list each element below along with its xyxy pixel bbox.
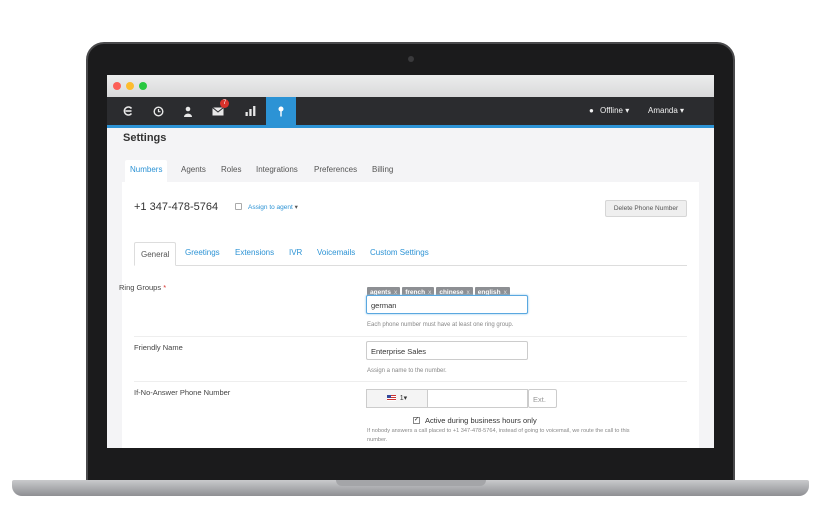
app-window: 7 ● Offline ▾ Amanda ▾ Settings Numbers … <box>107 75 714 448</box>
tab-roles[interactable]: Roles <box>221 165 241 174</box>
extension-input[interactable]: Ext. <box>528 389 557 408</box>
logo-icon[interactable] <box>113 97 143 125</box>
no-answer-help-line1: If nobody answers a call placed to +1 34… <box>367 428 630 434</box>
friendly-name-help: Assign a name to the number. <box>367 368 447 374</box>
tab-agents[interactable]: Agents <box>181 165 206 174</box>
window-titlebar <box>107 75 714 97</box>
business-hours-checkbox[interactable]: ✓ <box>413 417 420 424</box>
user-menu[interactable]: Amanda ▾ <box>648 106 684 115</box>
zoom-window-button[interactable] <box>139 82 147 90</box>
assign-checkbox[interactable] <box>235 203 242 210</box>
chevron-down-icon: ▾ <box>680 106 685 115</box>
ring-group-input[interactable]: german <box>366 295 528 314</box>
settings-tabs: Numbers Agents Roles Integrations Prefer… <box>122 160 699 182</box>
nav-accent-bar <box>107 125 714 128</box>
tab-numbers[interactable]: Numbers <box>125 160 168 182</box>
friendly-name-input[interactable]: Enterprise Sales <box>366 341 528 360</box>
user-icon[interactable] <box>173 97 203 125</box>
number-subtabs: General Greetings Extensions IVR Voicema… <box>134 242 687 266</box>
ring-group-tags: agents x french x chinese x english x <box>367 281 512 298</box>
ring-group-help: Each phone number must have at least one… <box>367 322 514 328</box>
subtab-extensions[interactable]: Extensions <box>235 248 274 257</box>
stats-icon[interactable] <box>235 97 265 125</box>
assign-agent-label: Assign to agent <box>248 204 293 211</box>
tab-integrations[interactable]: Integrations <box>256 165 298 174</box>
caret-down-icon: ▾ <box>294 204 298 211</box>
status-label: Offline <box>600 106 623 115</box>
subtab-custom-settings[interactable]: Custom Settings <box>370 248 429 257</box>
row-divider <box>134 381 687 382</box>
phone-number-heading: +1 347-478-5764 <box>134 201 219 213</box>
ring-groups-label-text: Ring Groups <box>119 283 162 292</box>
subtab-voicemails[interactable]: Voicemails <box>317 248 355 257</box>
close-window-button[interactable] <box>113 82 121 90</box>
minimize-window-button[interactable] <box>126 82 134 90</box>
no-answer-phone-input[interactable] <box>428 389 528 408</box>
country-code-dropdown[interactable]: 1▾ <box>366 389 428 408</box>
us-flag-icon <box>386 395 396 402</box>
subtab-ivr[interactable]: IVR <box>289 248 302 257</box>
no-answer-help-line2: number. <box>367 437 388 443</box>
user-name: Amanda <box>648 106 678 115</box>
friendly-name-label: Friendly Name <box>134 343 183 352</box>
numbers-panel: +1 347-478-5764 Assign to agent ▾ Delete… <box>122 182 699 448</box>
required-mark: * <box>163 283 167 292</box>
no-answer-label: If-No-Answer Phone Number <box>134 388 231 397</box>
subtab-general[interactable]: General <box>134 242 177 266</box>
status-indicator-icon: ● <box>589 106 594 115</box>
subtab-greetings[interactable]: Greetings <box>185 248 220 257</box>
status-dropdown[interactable]: Offline ▾ <box>600 106 629 115</box>
camera <box>408 56 414 62</box>
settings-pin-icon[interactable] <box>266 97 296 125</box>
ring-groups-label: Ring Groups * <box>119 283 166 292</box>
laptop-notch <box>336 480 486 486</box>
clock-icon[interactable] <box>143 97 173 125</box>
business-hours-label: Active during business hours only <box>425 416 537 425</box>
page-title: Settings <box>123 132 167 144</box>
delete-phone-number-button[interactable]: Delete Phone Number <box>605 200 687 217</box>
top-navigation: 7 ● Offline ▾ Amanda ▾ <box>107 97 714 125</box>
assign-agent-dropdown[interactable]: Assign to agent ▾ <box>248 203 298 211</box>
row-divider <box>134 336 687 337</box>
chevron-down-icon: ▾ <box>625 106 630 115</box>
mail-icon[interactable]: 7 <box>203 97 233 125</box>
mail-count-badge: 7 <box>220 99 230 108</box>
tab-preferences[interactable]: Preferences <box>314 165 357 174</box>
caret-down-icon: ▾ <box>403 395 408 402</box>
tab-billing[interactable]: Billing <box>372 165 393 174</box>
